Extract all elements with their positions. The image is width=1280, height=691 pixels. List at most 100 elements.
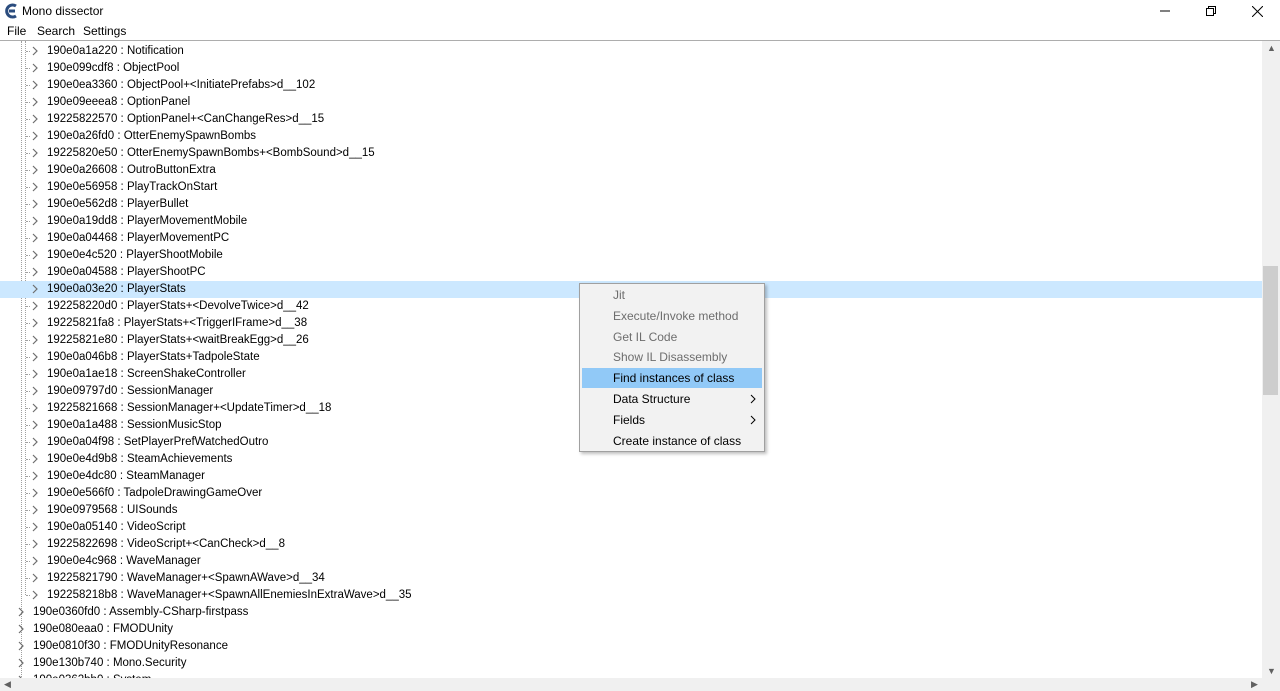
chevron-right-icon[interactable] bbox=[31, 589, 39, 601]
tree-node-label: 192258218b8 : WaveManager+<SpawnAllEnemi… bbox=[47, 589, 412, 601]
ctx-execute-invoke-method[interactable]: Execute/Invoke method bbox=[582, 306, 762, 326]
tree-node[interactable]: 190e0a04468 : PlayerMovementPC bbox=[0, 230, 1262, 247]
chevron-right-icon[interactable] bbox=[31, 198, 39, 210]
minimize-button[interactable] bbox=[1142, 0, 1188, 22]
close-button[interactable] bbox=[1234, 0, 1280, 22]
vertical-scroll-thumb[interactable] bbox=[1263, 266, 1278, 395]
cheat-engine-icon bbox=[5, 3, 17, 19]
chevron-right-icon[interactable] bbox=[31, 266, 39, 278]
tree-node-label: 190e0810f30 : FMODUnityResonance bbox=[33, 640, 228, 652]
tree-node[interactable]: 190e0ea3360 : ObjectPool+<InitiatePrefab… bbox=[0, 77, 1262, 94]
chevron-right-icon[interactable] bbox=[31, 453, 39, 465]
tree-node[interactable]: 190e0e4c520 : PlayerShootMobile bbox=[0, 247, 1262, 264]
tree-node[interactable]: 190e130b740 : Mono.Security bbox=[0, 655, 1262, 672]
context-menu: Jit Execute/Invoke method Get IL Code Show … bbox=[579, 283, 765, 452]
ctx-create-instance-of-class[interactable]: Create instance of class bbox=[582, 431, 762, 451]
ctx-jit[interactable]: Jit bbox=[582, 285, 762, 305]
chevron-right-icon[interactable] bbox=[31, 572, 39, 584]
chevron-right-icon[interactable] bbox=[31, 487, 39, 499]
chevron-right-icon[interactable] bbox=[31, 470, 39, 482]
chevron-right-icon[interactable] bbox=[31, 351, 39, 363]
tree-node-label: 190e0a04468 : PlayerMovementPC bbox=[47, 232, 230, 244]
ctx-find-instances-of-class[interactable]: Find instances of class bbox=[582, 368, 762, 389]
tree-node[interactable]: 190e0e562d8 : PlayerBullet bbox=[0, 196, 1262, 213]
tree-node[interactable]: 190e09eeea8 : OptionPanel bbox=[0, 94, 1262, 111]
scroll-up-icon[interactable]: ▲ bbox=[1267, 43, 1276, 53]
tree-node[interactable]: 192258218b8 : WaveManager+<SpawnAllEnemi… bbox=[0, 587, 1262, 604]
scroll-right-icon[interactable]: ▶ bbox=[1251, 679, 1258, 690]
tree-node[interactable]: 19225822570 : OptionPanel+<CanChangeRes>… bbox=[0, 111, 1262, 128]
chevron-right-icon[interactable] bbox=[31, 385, 39, 397]
tree-node[interactable]: 190e0e56958 : PlayTrackOnStart bbox=[0, 179, 1262, 196]
tree-node-label: 190e0e4dc80 : SteamManager bbox=[47, 470, 205, 482]
chevron-right-icon[interactable] bbox=[31, 317, 39, 329]
chevron-right-icon[interactable] bbox=[31, 147, 39, 159]
tree-node-label: 190e0e566f0 : TadpoleDrawingGameOver bbox=[47, 487, 263, 499]
menu-settings[interactable]: Settings bbox=[83, 24, 126, 38]
chevron-right-icon[interactable] bbox=[31, 504, 39, 516]
scroll-left-icon[interactable]: ◀ bbox=[4, 679, 11, 690]
ctx-data-structure[interactable]: Data Structure bbox=[582, 389, 762, 409]
ctx-label: Get IL Code bbox=[613, 329, 678, 344]
tree-node[interactable]: 190e0e4dc80 : SteamManager bbox=[0, 468, 1262, 485]
horizontal-scrollbar[interactable] bbox=[0, 678, 1262, 691]
chevron-right-icon[interactable] bbox=[31, 402, 39, 414]
tree-node[interactable]: 190e0a19dd8 : PlayerMovementMobile bbox=[0, 213, 1262, 230]
tree-node-label: 190e0a03e20 : PlayerStats bbox=[47, 283, 186, 295]
tree-node[interactable]: 190e0a1a220 : Notification bbox=[0, 43, 1262, 60]
chevron-right-icon[interactable] bbox=[17, 623, 25, 635]
tree-node[interactable]: 190e099cdf8 : ObjectPool bbox=[0, 60, 1262, 77]
chevron-right-icon[interactable] bbox=[31, 436, 39, 448]
tree-node[interactable]: 190e0810f30 : FMODUnityResonance bbox=[0, 638, 1262, 655]
chevron-right-icon[interactable] bbox=[31, 300, 39, 312]
restore-button[interactable] bbox=[1188, 0, 1234, 22]
chevron-right-icon[interactable] bbox=[31, 249, 39, 261]
tree-node[interactable]: 190e0979568 : UISounds bbox=[0, 502, 1262, 519]
tree-node-label: 190e0a19dd8 : PlayerMovementMobile bbox=[47, 215, 248, 227]
tree-node[interactable]: 190e0e566f0 : TadpoleDrawingGameOver bbox=[0, 485, 1262, 502]
chevron-right-icon[interactable] bbox=[31, 164, 39, 176]
tree-node[interactable]: 190e0a26608 : OutroButtonExtra bbox=[0, 162, 1262, 179]
tree-node[interactable]: 190e0e4d9b8 : SteamAchievements bbox=[0, 451, 1262, 468]
ctx-show-il-disassembly[interactable]: Show IL Disassembly bbox=[582, 347, 762, 367]
scroll-down-icon[interactable]: ▼ bbox=[1267, 666, 1276, 676]
chevron-right-icon[interactable] bbox=[31, 215, 39, 227]
ctx-fields[interactable]: Fields bbox=[582, 410, 762, 430]
menu-search[interactable]: Search bbox=[37, 24, 75, 38]
chevron-right-icon[interactable] bbox=[31, 181, 39, 193]
tree-node-label: 19225821e80 : PlayerStats+<waitBreakEgg>… bbox=[47, 334, 309, 346]
tree-node[interactable]: 190e080eaa0 : FMODUnity bbox=[0, 621, 1262, 638]
chevron-right-icon[interactable] bbox=[31, 45, 39, 57]
tree-node-label: 190e080eaa0 : FMODUnity bbox=[33, 623, 173, 635]
tree-node[interactable]: 190e0a04588 : PlayerShootPC bbox=[0, 264, 1262, 281]
tree-node[interactable]: 190e0e4c968 : WaveManager bbox=[0, 553, 1262, 570]
chevron-right-icon[interactable] bbox=[31, 521, 39, 533]
chevron-right-icon[interactable] bbox=[31, 232, 39, 244]
chevron-right-icon[interactable] bbox=[31, 96, 39, 108]
menu-file[interactable]: File bbox=[7, 24, 26, 38]
chevron-right-icon[interactable] bbox=[31, 538, 39, 550]
chevron-right-icon[interactable] bbox=[17, 606, 25, 618]
window-title: Mono dissector bbox=[22, 4, 104, 18]
tree-node[interactable]: 19225822698 : VideoScript+<CanCheck>d__8 bbox=[0, 536, 1262, 553]
chevron-right-icon[interactable] bbox=[17, 657, 25, 669]
restore-icon bbox=[1206, 6, 1216, 16]
chevron-right-icon[interactable] bbox=[17, 640, 25, 652]
chevron-right-icon[interactable] bbox=[31, 62, 39, 74]
tree-node[interactable]: 190e0a05140 : VideoScript bbox=[0, 519, 1262, 536]
tree-node[interactable]: 19225821790 : WaveManager+<SpawnAWave>d_… bbox=[0, 570, 1262, 587]
tree-node-label: 19225821fa8 : PlayerStats+<TriggerIFrame… bbox=[47, 317, 308, 329]
chevron-right-icon[interactable] bbox=[31, 555, 39, 567]
chevron-right-icon[interactable] bbox=[31, 283, 39, 295]
chevron-right-icon[interactable] bbox=[31, 368, 39, 380]
tree-node[interactable]: 19225820e50 : OtterEnemySpawnBombs+<Bomb… bbox=[0, 145, 1262, 162]
tree-node[interactable]: 190e0a26fd0 : OtterEnemySpawnBombs bbox=[0, 128, 1262, 145]
chevron-right-icon[interactable] bbox=[31, 130, 39, 142]
chevron-right-icon[interactable] bbox=[31, 419, 39, 431]
chevron-right-icon[interactable] bbox=[31, 334, 39, 346]
tree-node-label: 190e0e562d8 : PlayerBullet bbox=[47, 198, 189, 210]
chevron-right-icon[interactable] bbox=[31, 79, 39, 91]
chevron-right-icon[interactable] bbox=[31, 113, 39, 125]
tree-node[interactable]: 190e0360fd0 : Assembly-CSharp-firstpass bbox=[0, 604, 1262, 621]
ctx-get-il-code[interactable]: Get IL Code bbox=[582, 327, 762, 347]
